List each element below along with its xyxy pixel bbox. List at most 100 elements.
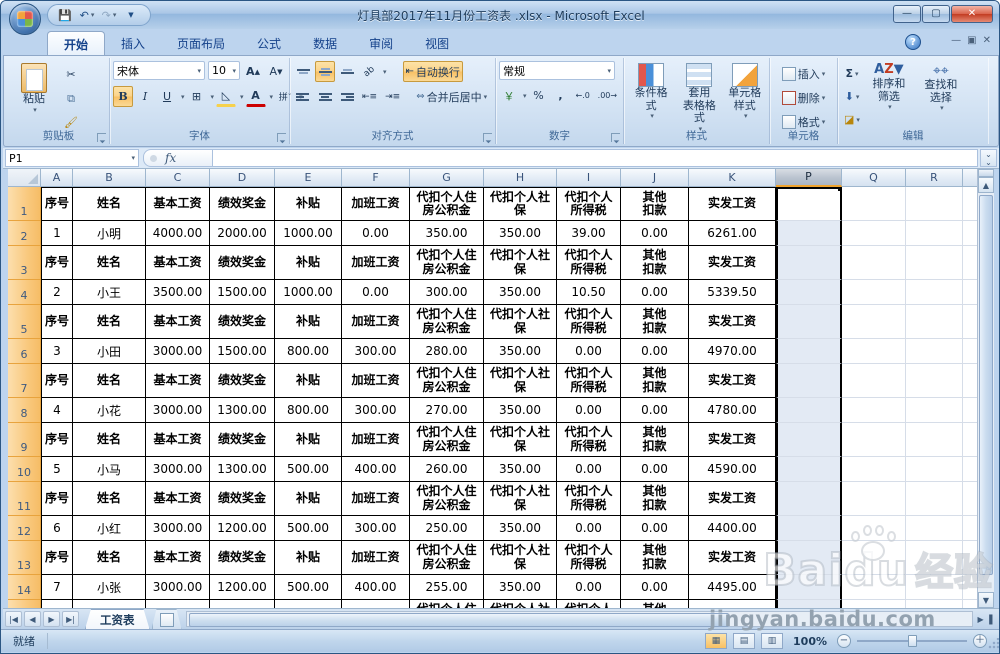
- maximize-button[interactable]: ▢: [922, 5, 950, 23]
- cell-C2[interactable]: 4000.00: [146, 221, 210, 246]
- cell-I1[interactable]: 代扣个人 所得税: [557, 187, 621, 221]
- cell-D12[interactable]: 1200.00: [210, 516, 275, 541]
- cell-J13[interactable]: 其他 扣款: [621, 541, 689, 575]
- cell-G8[interactable]: 270.00: [410, 398, 484, 423]
- cell-R10[interactable]: [906, 457, 963, 482]
- cell-E5[interactable]: 补贴: [275, 305, 342, 339]
- row-header-13[interactable]: 13: [8, 541, 41, 575]
- cell-A2[interactable]: 1: [41, 221, 73, 246]
- cell-R3[interactable]: [906, 246, 963, 280]
- cell-R4[interactable]: [906, 280, 963, 305]
- increase-indent-icon[interactable]: ⇥≡: [382, 86, 403, 107]
- cell-P2[interactable]: [776, 221, 842, 246]
- cell-A7[interactable]: 序号: [41, 364, 73, 398]
- row-header-15[interactable]: 15: [8, 600, 41, 608]
- cell-I11[interactable]: 代扣个人 所得税: [557, 482, 621, 516]
- cell-P10[interactable]: [776, 457, 842, 482]
- font-dialog-launcher[interactable]: [277, 133, 286, 142]
- cell-B14[interactable]: 小张: [73, 575, 146, 600]
- column-header-D[interactable]: D: [210, 169, 275, 187]
- cell-K10[interactable]: 4590.00: [689, 457, 776, 482]
- cell-C3[interactable]: 基本工资: [146, 246, 210, 280]
- cell-P7[interactable]: [776, 364, 842, 398]
- align-right-icon[interactable]: [337, 86, 357, 107]
- bold-button[interactable]: B: [113, 86, 133, 107]
- cell-C10[interactable]: 3000.00: [146, 457, 210, 482]
- cell-R1[interactable]: [906, 187, 963, 221]
- cell-P8[interactable]: [776, 398, 842, 423]
- cell-K3[interactable]: 实发工资: [689, 246, 776, 280]
- cell-D3[interactable]: 绩效奖金: [210, 246, 275, 280]
- cell-A11[interactable]: 序号: [41, 482, 73, 516]
- office-button[interactable]: [9, 3, 41, 35]
- cell-C11[interactable]: 基本工资: [146, 482, 210, 516]
- cut-icon[interactable]: ✂: [61, 64, 81, 85]
- help-icon[interactable]: ?: [905, 34, 921, 50]
- cell-C14[interactable]: 3000.00: [146, 575, 210, 600]
- cell-R6[interactable]: [906, 339, 963, 364]
- ribbon-tab-5[interactable]: 审阅: [353, 31, 409, 55]
- cell-A4[interactable]: 2: [41, 280, 73, 305]
- ribbon-tab-2[interactable]: 页面布局: [161, 31, 241, 55]
- cell-G4[interactable]: 300.00: [410, 280, 484, 305]
- sort-filter-button[interactable]: AZ▼ 排序和 筛选 ▾: [863, 61, 915, 130]
- cell-K7[interactable]: 实发工资: [689, 364, 776, 398]
- insert-cells-button[interactable]: 插入 ▾: [773, 63, 834, 84]
- cell-K15[interactable]: 实发工资: [689, 600, 776, 608]
- cell-R12[interactable]: [906, 516, 963, 541]
- cell-K9[interactable]: 实发工资: [689, 423, 776, 457]
- close-button[interactable]: ✕: [951, 5, 993, 23]
- cell-F11[interactable]: 加班工资: [342, 482, 410, 516]
- find-select-button[interactable]: ⌖⌖ 查找和 选择 ▾: [915, 61, 967, 130]
- cell-K4[interactable]: 5339.50: [689, 280, 776, 305]
- cell-P9[interactable]: [776, 423, 842, 457]
- cell-A3[interactable]: 序号: [41, 246, 73, 280]
- column-header-P[interactable]: P: [776, 169, 842, 187]
- cell-K14[interactable]: 4495.00: [689, 575, 776, 600]
- normal-view-icon[interactable]: ▦: [705, 633, 728, 649]
- cell-D13[interactable]: 绩效奖金: [210, 541, 275, 575]
- borders-icon[interactable]: ⊞: [187, 86, 207, 107]
- cell-B9[interactable]: 姓名: [73, 423, 146, 457]
- cell-G14[interactable]: 255.00: [410, 575, 484, 600]
- cell-A8[interactable]: 4: [41, 398, 73, 423]
- cell-F14[interactable]: 400.00: [342, 575, 410, 600]
- cell-F10[interactable]: 400.00: [342, 457, 410, 482]
- cell-A6[interactable]: 3: [41, 339, 73, 364]
- column-header-G[interactable]: G: [410, 169, 484, 187]
- cell-C13[interactable]: 基本工资: [146, 541, 210, 575]
- minimize-button[interactable]: —: [893, 5, 921, 23]
- number-dialog-launcher[interactable]: [611, 133, 620, 142]
- cell-I8[interactable]: 0.00: [557, 398, 621, 423]
- cell-G5[interactable]: 代扣个人住 房公积金: [410, 305, 484, 339]
- column-header-F[interactable]: F: [342, 169, 410, 187]
- ribbon-tab-1[interactable]: 插入: [105, 31, 161, 55]
- cell-E6[interactable]: 800.00: [275, 339, 342, 364]
- cell-H13[interactable]: 代扣个人社 保: [484, 541, 557, 575]
- column-header-Q[interactable]: Q: [842, 169, 906, 187]
- row-header-8[interactable]: 8: [8, 398, 41, 423]
- cell-D15[interactable]: 绩效奖金: [210, 600, 275, 608]
- copy-icon[interactable]: ⧉: [61, 88, 81, 109]
- cell-K2[interactable]: 6261.00: [689, 221, 776, 246]
- workbook-restore-button[interactable]: ▣: [967, 35, 976, 46]
- cell-E4[interactable]: 1000.00: [275, 280, 342, 305]
- column-header-K[interactable]: K: [689, 169, 776, 187]
- cell-J4[interactable]: 0.00: [621, 280, 689, 305]
- fill-icon[interactable]: ⬇ ▾: [841, 86, 863, 107]
- cell-K11[interactable]: 实发工资: [689, 482, 776, 516]
- cell-D1[interactable]: 绩效奖金: [210, 187, 275, 221]
- cell-E1[interactable]: 补贴: [275, 187, 342, 221]
- cell-P5[interactable]: [776, 305, 842, 339]
- cell-I6[interactable]: 0.00: [557, 339, 621, 364]
- cell-Q4[interactable]: [842, 280, 906, 305]
- clipboard-dialog-launcher[interactable]: [97, 133, 106, 142]
- cell-P13[interactable]: [776, 541, 842, 575]
- cell-D6[interactable]: 1500.00: [210, 339, 275, 364]
- wrap-text-button[interactable]: ⇤ 自动换行: [402, 61, 463, 82]
- row-header-2[interactable]: 2: [8, 221, 41, 246]
- ribbon-tab-3[interactable]: 公式: [241, 31, 297, 55]
- cell-I2[interactable]: 39.00: [557, 221, 621, 246]
- cell-J9[interactable]: 其他 扣款: [621, 423, 689, 457]
- cell-A14[interactable]: 7: [41, 575, 73, 600]
